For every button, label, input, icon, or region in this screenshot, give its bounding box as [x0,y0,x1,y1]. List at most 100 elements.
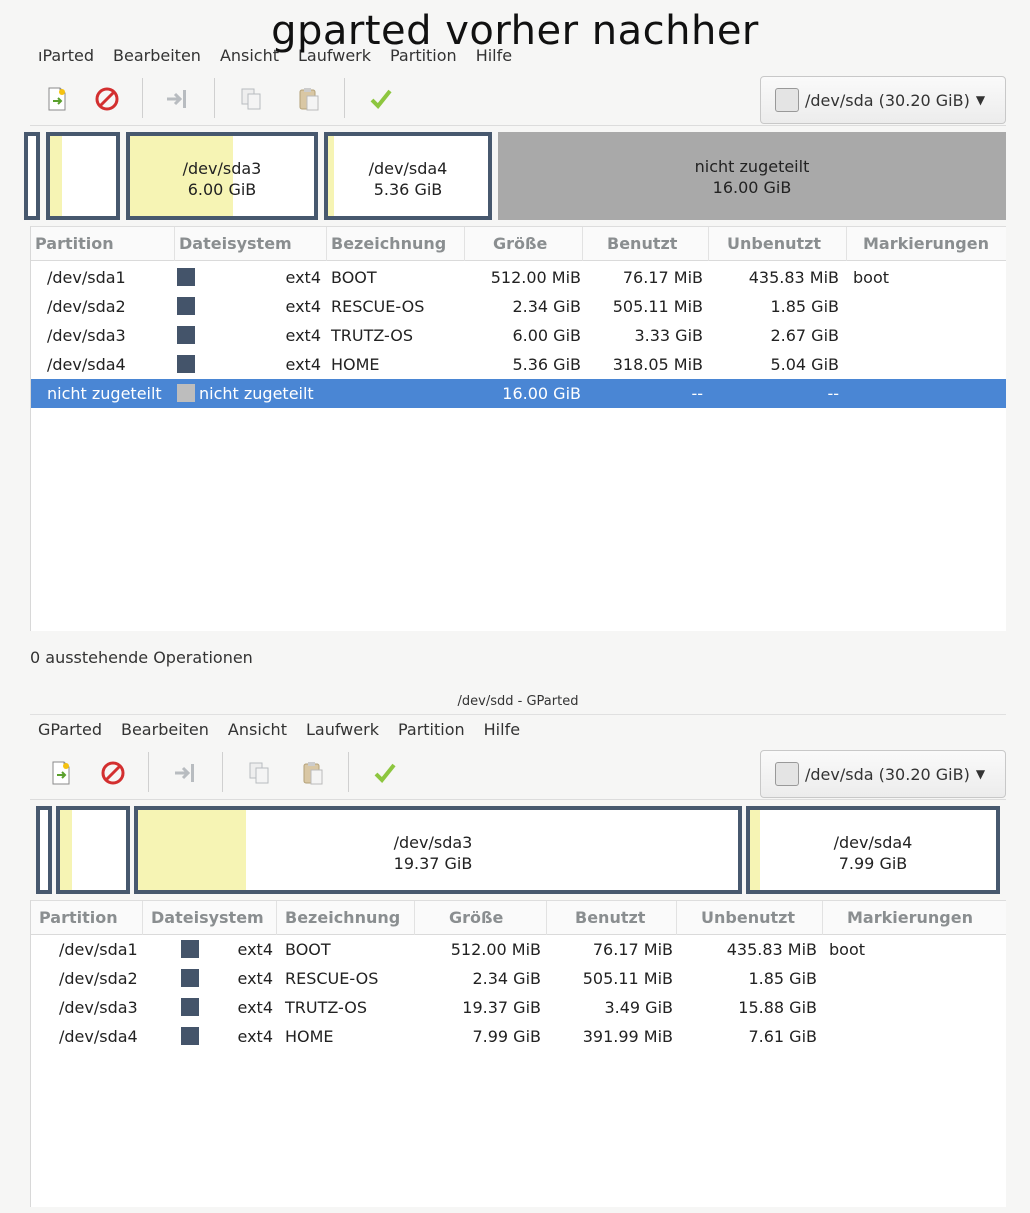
copy-icon[interactable] [244,758,274,788]
cell-groesse: 512.00 MiB [490,268,581,287]
table-row[interactable]: /dev/sda4 ext4 HOME 5.36 GiB 318.05 MiB 5.04 … [31,350,1006,379]
delete-icon[interactable] [92,84,122,114]
disk-icon [775,762,799,786]
cell-benutzt: 318.05 MiB [612,355,703,374]
col-groesse[interactable]: Größe [415,901,547,935]
table-row[interactable]: nicht zugeteilt nicht zugeteilt 16.00 GiB -… [31,379,1006,408]
cell-bezeichnung: RESCUE-OS [331,297,425,316]
cell-partition: /dev/sda2 [47,297,126,316]
table-header: Partition Dateisystem Bezeichnung Größe … [31,227,1006,261]
table-row[interactable]: /dev/sda3 ext4 TRUTZ-OS 19.37 GiB 3.49 GiB 15… [31,993,1006,1022]
cell-unbenutzt: 2.67 GiB [770,326,839,345]
seg-name: /dev/sda3 [182,159,262,178]
device-select[interactable]: /dev/sda (30.20 GiB) ▼ [760,750,1006,798]
col-dateisystem[interactable]: Dateisystem [175,227,327,261]
col-unbenutzt[interactable]: Unbenutzt [677,901,823,935]
device-label: /dev/sda (30.20 GiB) [805,764,970,784]
seg-size: 7.99 GiB [838,854,908,873]
toolbar: /dev/sda (30.20 GiB) ▼ [30,70,1006,126]
partition-seg-sda3[interactable]: /dev/sda3 19.37 GiB [134,806,742,894]
new-icon[interactable] [42,84,72,114]
partition-seg-sda4[interactable]: /dev/sda4 5.36 GiB [324,132,492,220]
delete-icon[interactable] [98,758,128,788]
cell-dateisystem: nicht zugeteilt [199,384,314,403]
fs-color-swatch [177,355,195,373]
seg-name: nicht zugeteilt [694,157,810,176]
gparted-window-after: /dev/sdd - GParted GParted Bearbeiten An… [30,690,1006,1213]
cell-dateisystem: ext4 [237,1027,273,1046]
cell-bezeichnung: BOOT [285,940,331,959]
cell-markierungen: boot [853,268,890,287]
menu-bearbeiten[interactable]: Bearbeiten [121,720,209,739]
col-markierungen[interactable]: Markierungen [823,901,1007,935]
paste-icon[interactable] [298,758,328,788]
menu-laufwerk[interactable]: Laufwerk [306,720,379,739]
cell-dateisystem: ext4 [285,355,321,374]
col-partition[interactable]: Partition [31,901,143,935]
resize-icon[interactable] [162,84,192,114]
table-row[interactable]: /dev/sda3 ext4 TRUTZ-OS 6.00 GiB 3.33 GiB 2.6… [31,321,1006,350]
col-bezeichnung[interactable]: Bezeichnung [277,901,415,935]
table-row[interactable]: /dev/sda2 ext4 RESCUE-OS 2.34 GiB 505.11 MiB… [31,292,1006,321]
cell-unbenutzt: 1.85 GiB [770,297,839,316]
partition-seg-sda3[interactable]: /dev/sda3 6.00 GiB [126,132,318,220]
col-benutzt[interactable]: Benutzt [547,901,677,935]
partition-seg-sda1[interactable] [24,132,40,220]
cell-groesse: 6.00 GiB [512,326,581,345]
resize-icon[interactable] [170,758,200,788]
chevron-down-icon: ▼ [975,767,986,781]
toolbar: /dev/sda (30.20 GiB) ▼ [30,744,1006,800]
partition-seg-sda2[interactable] [46,132,120,220]
partition-seg-sda4[interactable]: /dev/sda4 7.99 GiB [746,806,1000,894]
partition-seg-sda1[interactable] [36,806,52,894]
seg-name: /dev/sda3 [393,833,473,852]
apply-icon[interactable] [370,758,400,788]
paste-icon[interactable] [294,84,324,114]
cell-unbenutzt: 435.83 MiB [748,268,839,287]
partition-bar: /dev/sda3 6.00 GiB /dev/sda4 5.36 GiB nich… [24,126,1006,226]
partition-table: Partition Dateisystem Bezeichnung Größe … [30,226,1006,631]
table-row[interactable]: /dev/sda1 ext4 BOOT 512.00 MiB 76.17 MiB 435.… [31,263,1006,292]
col-benutzt[interactable]: Benutzt [583,227,709,261]
copy-icon[interactable] [236,84,266,114]
col-partition[interactable]: Partition [31,227,175,261]
cell-groesse: 512.00 MiB [450,940,541,959]
seg-name: /dev/sda4 [368,159,448,178]
col-markierungen[interactable]: Markierungen [847,227,1007,261]
cell-bezeichnung: HOME [285,1027,334,1046]
fs-color-swatch [177,268,195,286]
device-select[interactable]: /dev/sda (30.20 GiB) ▼ [760,76,1006,124]
seg-size: 16.00 GiB [712,178,792,197]
menubar: GParted Bearbeiten Ansicht Laufwerk Part… [30,714,1006,744]
col-dateisystem[interactable]: Dateisystem [143,901,277,935]
menu-gparted[interactable]: GParted [38,720,102,739]
menu-ansicht[interactable]: Ansicht [228,720,287,739]
pending-operations-status: 0 ausstehende Operationen [30,648,253,667]
cell-dateisystem: ext4 [237,940,273,959]
partition-seg-sda2[interactable] [56,806,130,894]
cell-unbenutzt: -- [827,384,839,403]
menu-hilfe[interactable]: Hilfe [484,720,520,739]
cell-partition: /dev/sda2 [59,969,138,988]
col-unbenutzt[interactable]: Unbenutzt [709,227,847,261]
cell-bezeichnung: RESCUE-OS [285,969,379,988]
col-bezeichnung[interactable]: Bezeichnung [327,227,465,261]
apply-icon[interactable] [366,84,396,114]
table-row[interactable]: /dev/sda4 ext4 HOME 7.99 GiB 391.99 MiB 7.61 … [31,1022,1006,1051]
device-label: /dev/sda (30.20 GiB) [805,90,970,110]
table-row[interactable]: /dev/sda1 ext4 BOOT 512.00 MiB 76.17 MiB 435.… [31,935,1006,964]
cell-unbenutzt: 435.83 MiB [726,940,817,959]
menu-partition[interactable]: Partition [398,720,465,739]
new-icon[interactable] [46,758,76,788]
cell-bezeichnung: BOOT [331,268,377,287]
partition-seg-unallocated[interactable]: nicht zugeteilt 16.00 GiB [498,132,1006,220]
cell-dateisystem: ext4 [285,268,321,287]
cell-partition: /dev/sda1 [47,268,126,287]
cell-dateisystem: ext4 [285,326,321,345]
col-groesse[interactable]: Größe [465,227,583,261]
cell-groesse: 7.99 GiB [472,1027,541,1046]
cell-dateisystem: ext4 [237,998,273,1017]
table-row[interactable]: /dev/sda2 ext4 RESCUE-OS 2.34 GiB 505.11 MiB… [31,964,1006,993]
cell-unbenutzt: 15.88 GiB [738,998,817,1017]
cell-partition: /dev/sda1 [59,940,138,959]
